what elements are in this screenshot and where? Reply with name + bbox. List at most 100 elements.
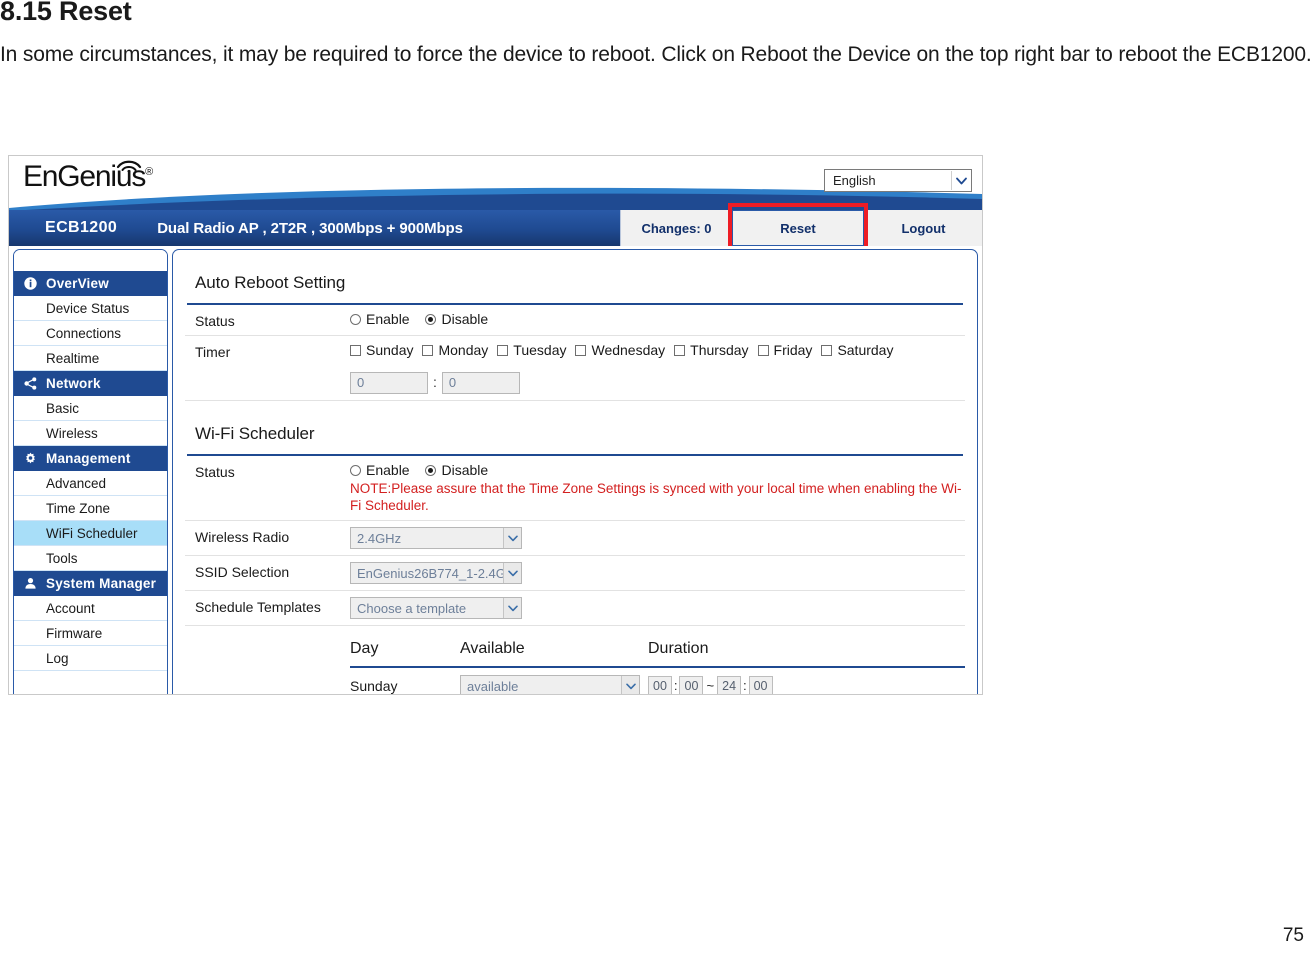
- day-label: Wednesday: [591, 342, 666, 358]
- sidebar-item-wifi-scheduler[interactable]: WiFi Scheduler: [14, 521, 167, 546]
- auto-reboot-timer-label: Timer: [195, 344, 231, 360]
- sidebar-nav: OverView Device Status Connections Realt…: [13, 249, 168, 694]
- manual-page: 8.15 Reset In some circumstances, it may…: [0, 0, 1312, 955]
- day-label: Tuesday: [513, 342, 567, 358]
- auto-reboot-status-field: Enable Disable: [350, 311, 965, 327]
- language-select-value: English: [833, 173, 876, 188]
- changes-counter-button[interactable]: Changes: 0: [620, 210, 732, 246]
- scheduler-enable-radio[interactable]: Enable: [350, 462, 410, 478]
- registered-mark: ®: [145, 166, 154, 178]
- sidebar-item-connections[interactable]: Connections: [14, 321, 167, 346]
- auto-reboot-time-row: 0:0: [185, 366, 965, 401]
- brand-header: EnGenius® English: [9, 156, 982, 210]
- auto-reboot-enable-label: Enable: [366, 311, 410, 327]
- ssid-selection-row: SSID Selection EnGenius26B774_1-2.4G: [185, 556, 965, 591]
- scheduler-disable-label: Disable: [441, 462, 489, 478]
- chevron-down-icon[interactable]: [621, 676, 639, 694]
- radio-checked-icon: [425, 314, 437, 325]
- schedule-day-label: Sunday: [350, 678, 398, 694]
- wifi-scheduler-section-title: Wi-Fi Scheduler: [195, 424, 315, 443]
- day-checkbox-wednesday[interactable]: Wednesday: [575, 342, 665, 358]
- day-label: Thursday: [690, 342, 749, 358]
- checkbox-icon: [350, 345, 361, 356]
- day-label: Saturday: [837, 342, 894, 358]
- sidebar-item-account[interactable]: Account: [14, 596, 167, 621]
- sidebar-item-log[interactable]: Log: [14, 646, 167, 671]
- start-hour-input[interactable]: 00: [648, 676, 672, 694]
- time-separator: :: [433, 373, 437, 390]
- wireless-radio-field: 2.4GHz: [350, 527, 965, 549]
- sidebar-group-label: Network: [46, 376, 101, 391]
- schedule-templates-row: Schedule Templates Choose a template: [185, 591, 965, 626]
- scheduler-disable-radio[interactable]: Disable: [425, 462, 488, 478]
- day-checkbox-monday[interactable]: Monday: [422, 342, 488, 358]
- scheduler-status-label: Status: [195, 464, 235, 480]
- day-label: Friday: [773, 342, 813, 358]
- time-separator: :: [743, 678, 747, 693]
- device-body: OverView Device Status Connections Realt…: [9, 246, 982, 694]
- end-hour-input[interactable]: 24: [717, 676, 742, 694]
- sidebar-item-time-zone[interactable]: Time Zone: [14, 496, 167, 521]
- checkbox-icon: [422, 345, 434, 356]
- reboot-hour-input[interactable]: 0: [350, 372, 428, 394]
- sidebar-item-realtime[interactable]: Realtime: [14, 346, 167, 371]
- wifi-signal-icon: [116, 160, 142, 172]
- auto-reboot-time-field: 0:0: [350, 372, 965, 394]
- day-checkbox-thursday[interactable]: Thursday: [674, 342, 749, 358]
- user-icon: [22, 577, 39, 590]
- auto-reboot-disable-radio[interactable]: Disable: [425, 311, 488, 327]
- checkbox-icon: [821, 345, 833, 356]
- availability-select[interactable]: available: [460, 675, 640, 694]
- column-header-day: Day: [350, 640, 379, 657]
- sidebar-group-system-manager[interactable]: System Manager: [14, 571, 167, 596]
- start-minute-input[interactable]: 00: [679, 676, 704, 694]
- auto-reboot-time-spacer: [195, 372, 350, 374]
- device-web-ui-screenshot: EnGenius® English ECB1200 Dual Radio AP …: [8, 155, 983, 695]
- reset-button[interactable]: Reset: [732, 210, 864, 246]
- page-number: 75: [1282, 925, 1304, 946]
- model-name: ECB1200: [45, 219, 118, 236]
- info-icon: [22, 277, 39, 290]
- day-checkbox-saturday[interactable]: Saturday: [821, 342, 893, 358]
- auto-reboot-days-field: Sunday Monday Tuesday Wednesday Thursday Frid…: [350, 342, 965, 358]
- schedule-available-cell: available: [460, 675, 648, 694]
- checkbox-icon: [757, 345, 769, 356]
- sidebar-top-spacer: [14, 250, 167, 271]
- sidebar-group-network[interactable]: Network: [14, 371, 167, 396]
- logout-button[interactable]: Logout: [864, 210, 982, 246]
- schedule-template-select[interactable]: Choose a template: [350, 597, 522, 619]
- language-select[interactable]: English: [824, 169, 972, 192]
- chevron-down-icon[interactable]: [951, 171, 970, 190]
- day-checkbox-tuesday[interactable]: Tuesday: [497, 342, 566, 358]
- checkbox-icon: [575, 345, 587, 356]
- day-checkbox-sunday[interactable]: Sunday: [350, 342, 413, 358]
- sidebar-item-device-status[interactable]: Device Status: [14, 296, 167, 321]
- sidebar-item-tools[interactable]: Tools: [14, 546, 167, 571]
- radio-icon: [350, 465, 361, 476]
- scheduler-enable-label: Enable: [366, 462, 410, 478]
- sidebar-item-basic[interactable]: Basic: [14, 396, 167, 421]
- page-title: 8.15 Reset: [0, 0, 132, 26]
- scheduler-note: NOTE:Please assure that the Time Zone Se…: [350, 481, 962, 513]
- column-header-available: Available: [460, 640, 525, 657]
- chevron-down-icon[interactable]: [503, 598, 521, 618]
- model-description: Dual Radio AP , 2T2R , 300Mbps + 900Mbps: [157, 219, 463, 237]
- scheduler-status-field: Enable Disable NOTE:Please assure that t…: [350, 462, 965, 514]
- wireless-radio-select[interactable]: 2.4GHz: [350, 527, 522, 549]
- auto-reboot-enable-radio[interactable]: Enable: [350, 311, 410, 327]
- reboot-minute-input[interactable]: 0: [441, 372, 520, 394]
- sidebar-item-firmware[interactable]: Firmware: [14, 621, 167, 646]
- checkbox-icon: [497, 345, 509, 356]
- sidebar-group-management[interactable]: Management: [14, 446, 167, 471]
- sidebar-item-wireless[interactable]: Wireless: [14, 421, 167, 446]
- chevron-down-icon[interactable]: [503, 528, 521, 548]
- sidebar-group-overview[interactable]: OverView: [14, 271, 167, 296]
- sidebar-item-advanced[interactable]: Advanced: [14, 471, 167, 496]
- day-label: Monday: [438, 342, 489, 358]
- chevron-down-icon[interactable]: [503, 563, 521, 583]
- end-minute-input[interactable]: 00: [748, 676, 773, 694]
- day-checkbox-friday[interactable]: Friday: [757, 342, 813, 358]
- range-symbol: ~: [706, 677, 715, 693]
- wireless-radio-row: Wireless Radio 2.4GHz: [185, 521, 965, 556]
- ssid-select[interactable]: EnGenius26B774_1-2.4G: [350, 562, 522, 584]
